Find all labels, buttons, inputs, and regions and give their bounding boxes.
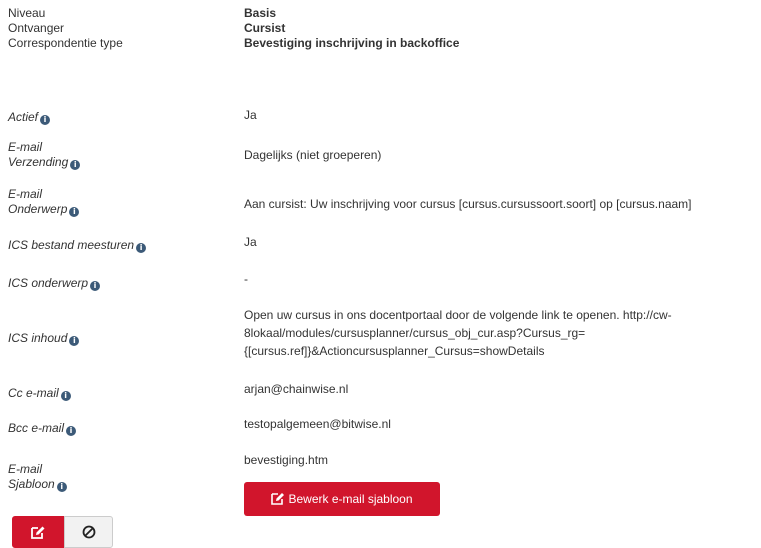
verzending-label-line2: Verzending: [8, 155, 69, 169]
header-value-correspondentie-type: Bevestiging inschrijving in backoffice: [244, 36, 460, 50]
cancel-button[interactable]: [64, 516, 113, 548]
ban-icon: [82, 525, 96, 539]
ics-inhoud-line: {[cursus.ref]}&Actioncursusplanner_Cursu…: [244, 344, 545, 358]
verzending-label: E-mail Verzending i: [8, 140, 228, 170]
info-circle-icon[interactable]: i: [66, 426, 77, 436]
actief-label: Actief i: [8, 110, 228, 125]
header-value-ontvanger: Cursist: [244, 21, 286, 35]
verzending-label-line1: E-mail: [8, 140, 43, 154]
edit-email-template-label: Bewerk e-mail sjabloon: [288, 492, 413, 506]
edit-icon: [30, 525, 46, 539]
onderwerp-label-line2: Onderwerp: [8, 202, 68, 216]
onderwerp-label: E-mail Onderwerp i: [8, 187, 228, 217]
cc-email-value: arjan@chainwise.nl: [244, 382, 349, 396]
ics-inhoud-label: ICS inhoud i: [8, 331, 228, 346]
info-circle-icon[interactable]: i: [70, 160, 81, 170]
edit-email-template-button[interactable]: Bewerk e-mail sjabloon: [244, 482, 440, 516]
onderwerp-label-line1: E-mail: [8, 187, 43, 201]
info-circle-icon[interactable]: i: [56, 482, 67, 492]
actief-label-text: Actief: [8, 110, 39, 124]
ics-onderwerp-value: -: [244, 272, 248, 286]
header-value-niveau: Basis: [244, 6, 277, 20]
header-label-ontvanger: Ontvanger: [8, 21, 65, 35]
info-circle-icon[interactable]: i: [136, 243, 147, 253]
info-circle-icon[interactable]: i: [60, 391, 71, 401]
bcc-email-value: testopalgemeen@bitwise.nl: [244, 417, 391, 431]
ics-bestand-label: ICS bestand meesturen i: [8, 238, 228, 253]
ics-bestand-value: Ja: [244, 235, 257, 249]
sjabloon-label: E-mail Sjabloon i: [8, 462, 228, 492]
ics-inhoud-value: Open uw cursus in ons docentportaal door…: [244, 306, 672, 360]
verzending-value: Dagelijks (niet groeperen): [244, 148, 382, 162]
ics-inhoud-line: Open uw cursus in ons docentportaal door…: [244, 308, 672, 322]
ics-bestand-label-text: ICS bestand meesturen: [8, 238, 135, 252]
bcc-email-label: Bcc e-mail i: [8, 421, 228, 436]
cc-email-label-text: Cc e-mail: [8, 386, 59, 400]
header-label-niveau: Niveau: [8, 6, 46, 20]
ics-onderwerp-label-text: ICS onderwerp: [8, 276, 89, 290]
info-circle-icon[interactable]: i: [69, 336, 80, 346]
edit-icon: [271, 492, 285, 505]
info-circle-icon[interactable]: i: [90, 281, 101, 291]
actief-value: Ja: [244, 108, 257, 122]
onderwerp-value: Aan cursist: Uw inschrijving voor cursus…: [244, 197, 692, 211]
sjabloon-label-line2: Sjabloon: [8, 477, 55, 491]
sjabloon-label-line1: E-mail: [8, 462, 43, 476]
info-circle-icon[interactable]: i: [69, 207, 80, 217]
ics-inhoud-label-text: ICS inhoud: [8, 331, 68, 345]
ics-onderwerp-label: ICS onderwerp i: [8, 276, 228, 291]
bcc-email-label-text: Bcc e-mail: [8, 421, 65, 435]
cc-email-label: Cc e-mail i: [8, 386, 228, 401]
ics-inhoud-line: 8lokaal/modules/cursusplanner/cursus_obj…: [244, 326, 586, 340]
info-circle-icon[interactable]: i: [40, 115, 51, 125]
edit-button[interactable]: [12, 516, 64, 548]
sjabloon-value: bevestiging.htm: [244, 453, 329, 467]
header-label-correspondentie-type: Correspondentie type: [8, 36, 123, 50]
